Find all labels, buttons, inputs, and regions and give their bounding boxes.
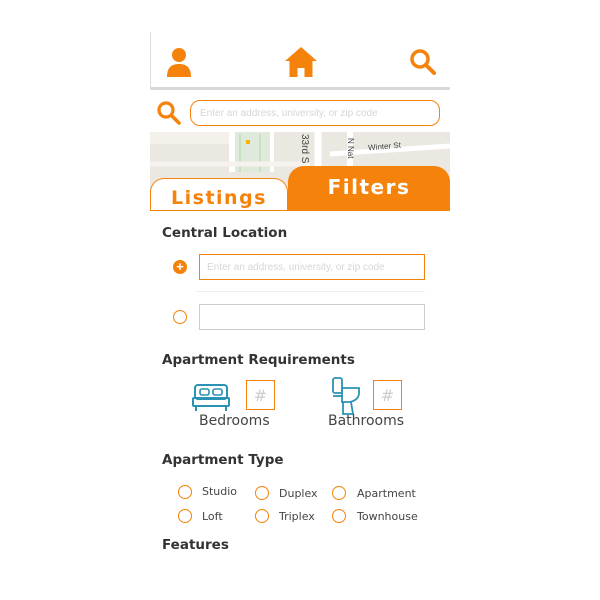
search-icon	[410, 49, 436, 75]
features-title: Features	[162, 537, 229, 553]
toilet-icon	[332, 377, 360, 415]
option-triplex-label: Triplex	[279, 510, 315, 523]
radio-studio[interactable]	[178, 485, 192, 499]
option-loft-label: Loft	[202, 510, 223, 523]
tab-divider	[150, 210, 450, 211]
search-input[interactable]	[190, 100, 440, 126]
location-radio[interactable]	[173, 310, 187, 324]
central-location-title: Central Location	[162, 225, 288, 241]
search-icon[interactable]	[156, 100, 182, 126]
tab-filters[interactable]: Filters	[288, 166, 450, 211]
option-townhouse-label: Townhouse	[357, 510, 418, 523]
bathrooms-count-input[interactable]: #	[373, 380, 402, 410]
bed-icon	[192, 384, 230, 411]
location-input-secondary[interactable]	[199, 304, 425, 330]
apartment-requirements-title: Apartment Requirements	[162, 352, 355, 368]
bedrooms-count-input[interactable]: #	[246, 380, 275, 410]
radio-loft[interactable]	[178, 509, 192, 523]
tab-listings[interactable]: Listings	[150, 178, 288, 211]
profile-button[interactable]	[159, 42, 199, 82]
bedrooms-label: Bedrooms	[199, 413, 270, 429]
home-button[interactable]	[281, 42, 321, 82]
location-input-primary[interactable]	[199, 254, 425, 280]
search-nav-button[interactable]	[403, 42, 443, 82]
apartment-type-title: Apartment Type	[162, 452, 284, 468]
option-duplex-label: Duplex	[279, 487, 318, 500]
home-icon	[285, 47, 317, 77]
plus-icon: +	[176, 259, 184, 274]
add-location-button[interactable]: +	[173, 260, 187, 274]
radio-apartment[interactable]	[332, 486, 346, 500]
map-label: 33rd S	[299, 134, 310, 164]
radio-townhouse[interactable]	[332, 509, 346, 523]
top-nav-bar	[150, 32, 450, 90]
app-screen: 33rd S N Nat Winter St Listings Filters …	[150, 32, 450, 592]
user-icon	[167, 48, 191, 77]
option-apartment-label: Apartment	[357, 487, 416, 500]
divider	[196, 291, 425, 292]
radio-duplex[interactable]	[255, 486, 269, 500]
search-bar	[150, 94, 450, 132]
radio-triplex[interactable]	[255, 509, 269, 523]
map-label: N Nat	[346, 138, 355, 159]
option-studio-label: Studio	[202, 485, 238, 498]
bathrooms-label: Bathrooms	[328, 413, 405, 429]
